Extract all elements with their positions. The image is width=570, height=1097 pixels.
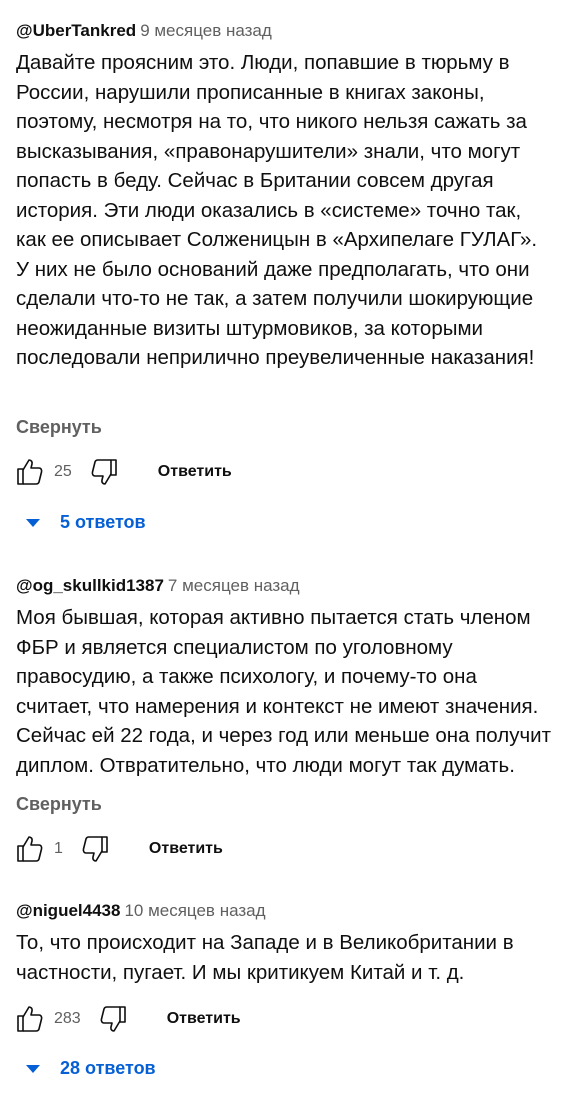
like-count: 283	[54, 1010, 81, 1027]
comment-header: @og_skullkid1387 7 месяцев назад	[16, 575, 560, 597]
comment-thread: @og_skullkid1387 7 месяцев назад Моя бывш…	[16, 575, 560, 780]
comment-text: То, что происходит на Западе и в Великоб…	[16, 931, 514, 984]
dislike-button[interactable]	[90, 457, 120, 487]
comment-header: @niguel4438 10 месяцев назад	[16, 900, 560, 922]
thumbs-down-icon	[91, 459, 117, 485]
comment-timestamp[interactable]: 10 месяцев назад	[124, 901, 265, 920]
comment-thread: @niguel4438 10 месяцев назад То, что прои…	[16, 900, 560, 987]
like-count: 25	[54, 463, 72, 480]
comment-actions: 283 Ответить	[14, 1004, 241, 1034]
thumbs-up-icon	[17, 836, 43, 862]
comment-author[interactable]: @og_skullkid1387	[16, 576, 164, 595]
comment-author[interactable]: @UberTankred	[16, 21, 136, 40]
dislike-button[interactable]	[81, 834, 111, 864]
comment-text: Моя бывшая, которая активно пытается ста…	[16, 606, 551, 777]
chevron-down-icon	[26, 1064, 40, 1073]
comment-header: @UberTankred 9 месяцев назад	[16, 20, 560, 42]
thumbs-up-icon	[17, 1006, 43, 1032]
like-button[interactable]	[14, 457, 44, 487]
like-button[interactable]	[14, 834, 44, 864]
comment-author[interactable]: @niguel4438	[16, 901, 120, 920]
reply-button[interactable]: Ответить	[149, 840, 223, 858]
thumbs-down-icon	[100, 1006, 126, 1032]
comment-actions: 1 Ответить	[14, 834, 223, 864]
comment-text: Давайте проясним это. Люди, попавшие в т…	[16, 51, 538, 369]
comment-timestamp[interactable]: 7 месяцев назад	[168, 576, 300, 595]
replies-count-label: 28 ответов	[60, 1058, 156, 1078]
comment-actions: 25 Ответить	[14, 457, 232, 487]
comment-timestamp[interactable]: 9 месяцев назад	[140, 21, 272, 40]
show-replies-button[interactable]: 28 ответов	[26, 1058, 156, 1079]
collapse-button[interactable]: Свернуть	[16, 794, 102, 815]
dislike-button[interactable]	[99, 1004, 129, 1034]
reply-button[interactable]: Ответить	[167, 1010, 241, 1028]
chevron-down-icon	[26, 518, 40, 527]
like-button[interactable]	[14, 1004, 44, 1034]
thumbs-down-icon	[82, 836, 108, 862]
comment-thread: @UberTankred 9 месяцев назад Давайте проя…	[16, 20, 560, 373]
like-count: 1	[54, 840, 63, 857]
reply-button[interactable]: Ответить	[158, 463, 232, 481]
thumbs-up-icon	[17, 459, 43, 485]
show-replies-button[interactable]: 5 ответов	[26, 512, 146, 533]
collapse-button[interactable]: Свернуть	[16, 417, 102, 438]
replies-count-label: 5 ответов	[60, 512, 146, 532]
